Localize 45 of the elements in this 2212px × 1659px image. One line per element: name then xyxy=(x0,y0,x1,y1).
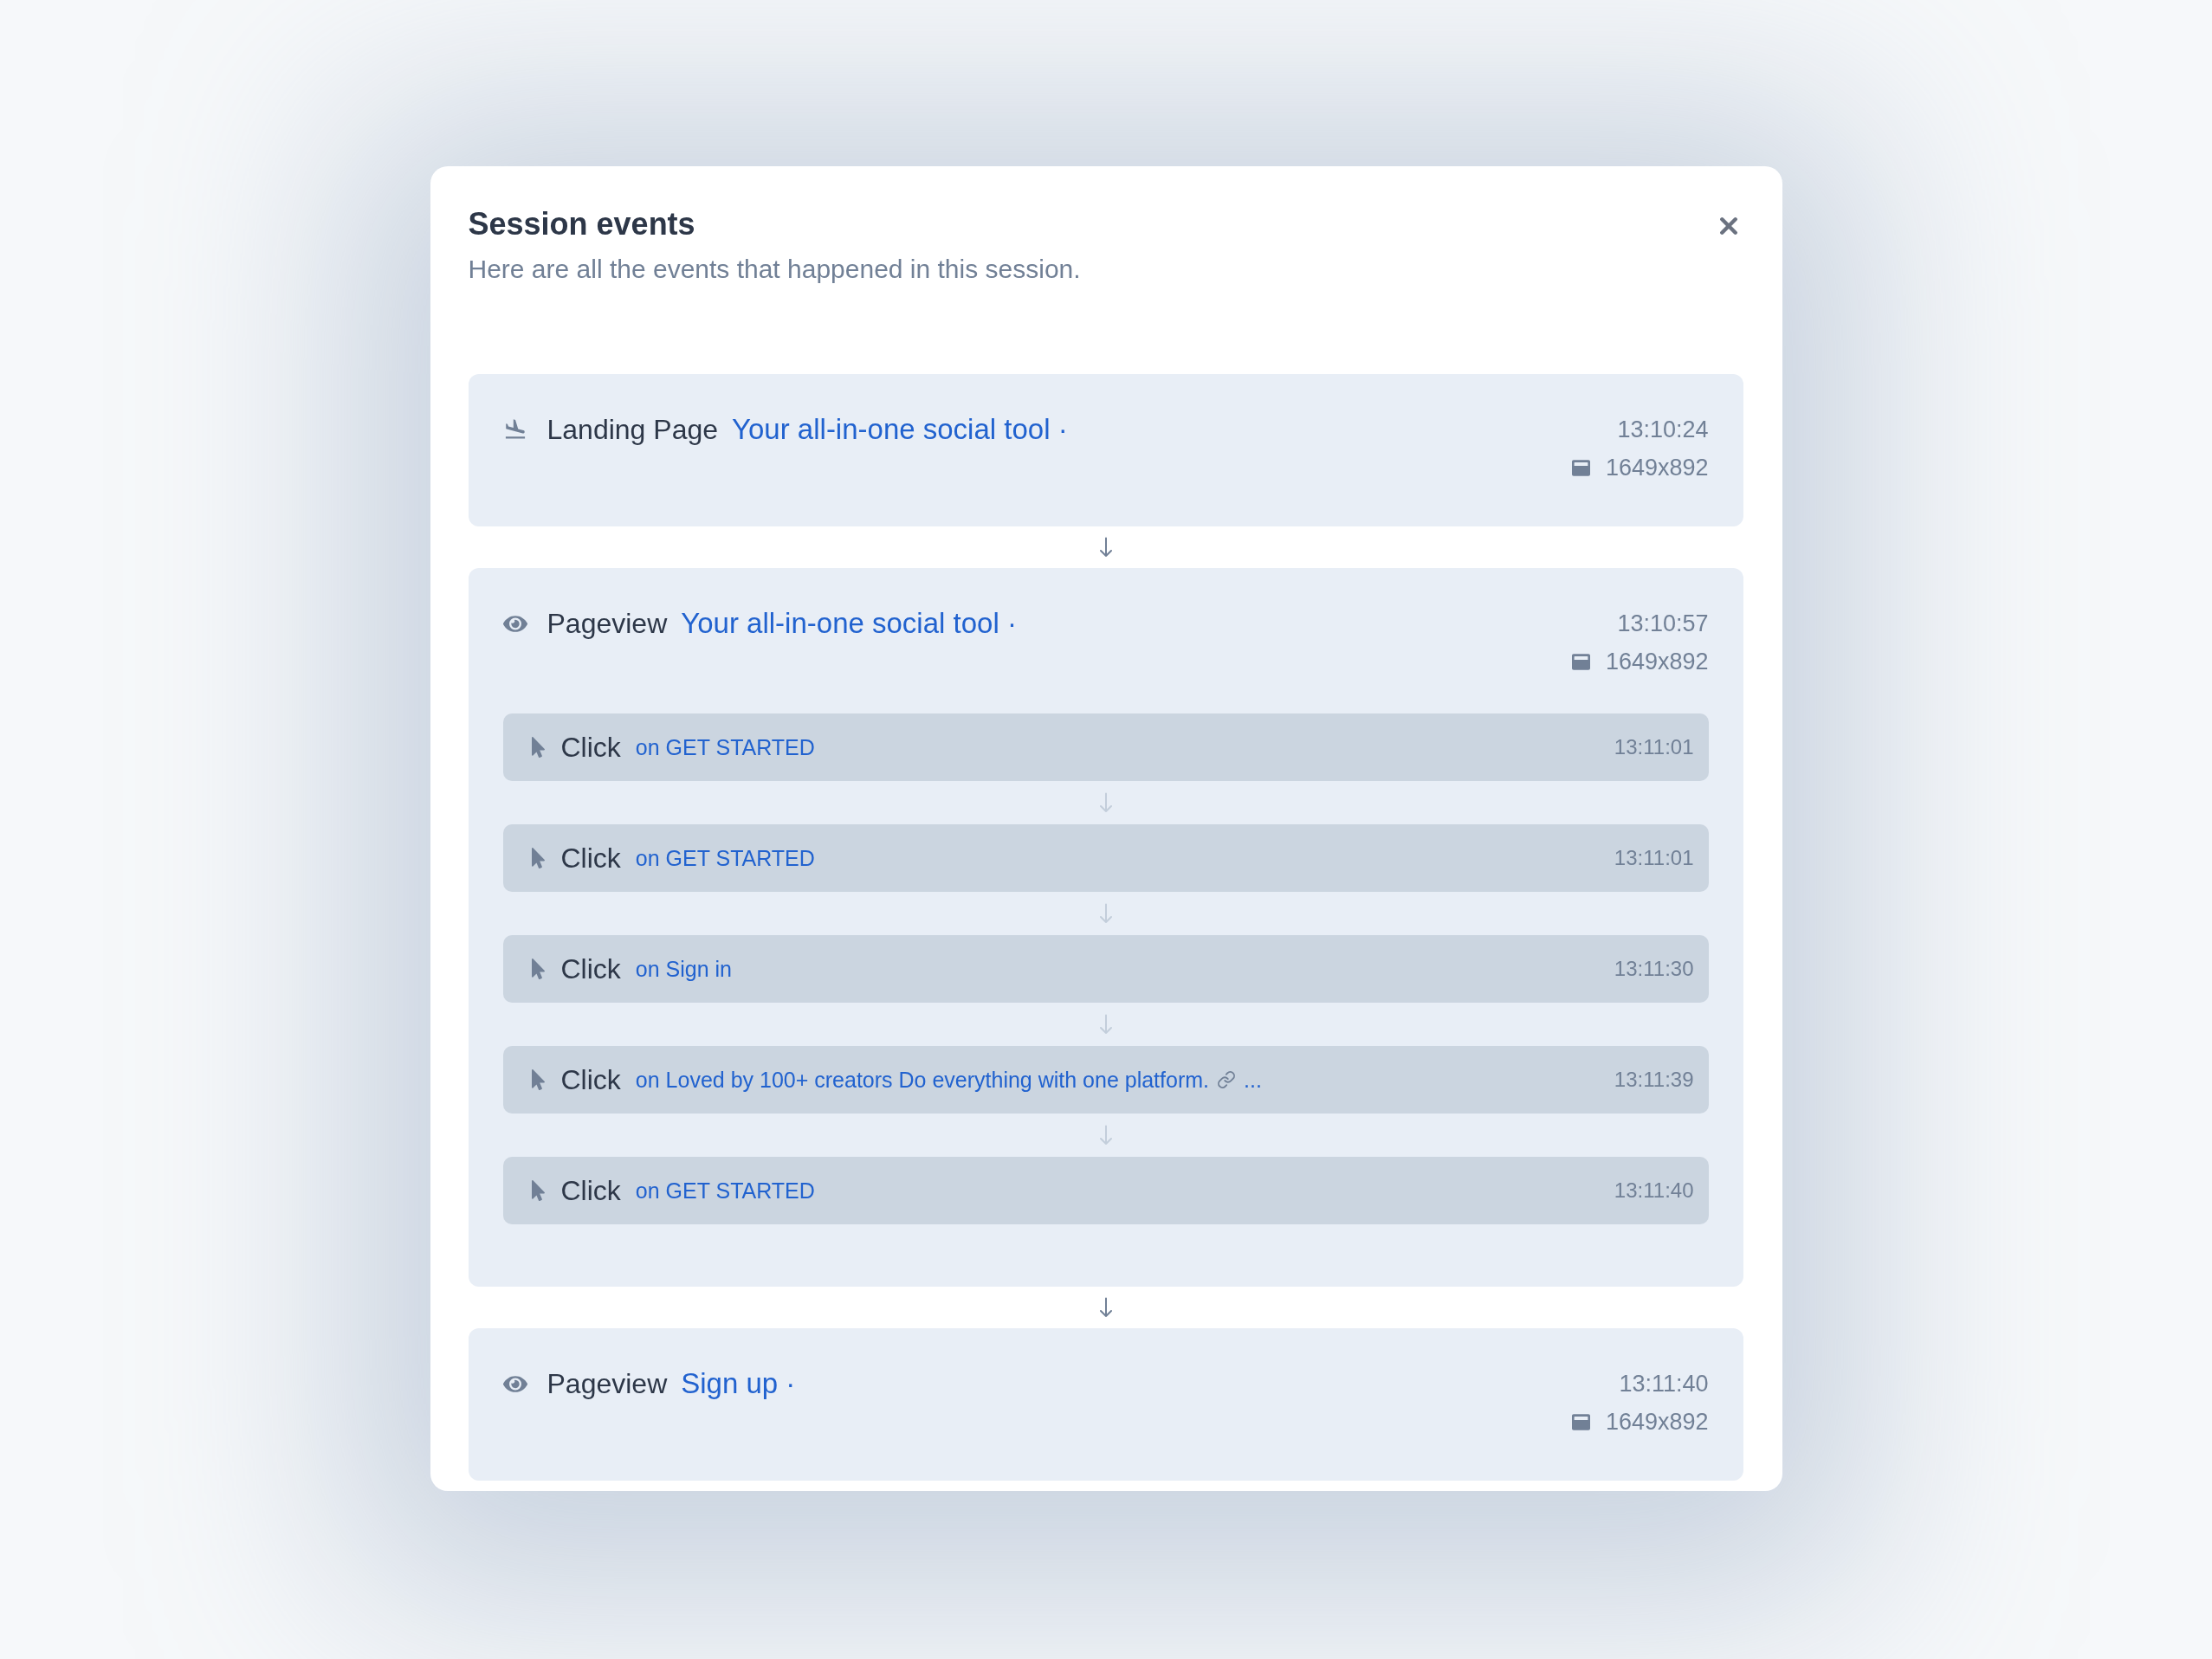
cursor-icon xyxy=(531,848,545,868)
event-type-label: Click xyxy=(560,731,621,765)
close-icon xyxy=(1718,216,1738,236)
cursor-icon xyxy=(531,1180,545,1201)
cursor-icon xyxy=(531,737,545,758)
dialog-subtitle: Here are all the events that happened in this session. xyxy=(468,254,1081,285)
event-time: 13:10:24 xyxy=(1617,416,1709,444)
screen-resolution: 1649x892 xyxy=(1605,454,1709,482)
event-time: 13:11:40 xyxy=(1619,1370,1709,1398)
event-type-label: Pageview xyxy=(547,1367,668,1401)
window-icon xyxy=(1571,1412,1590,1431)
click-target-text: on Loved by 100+ creators Do everything with one platform. xyxy=(635,1067,1209,1094)
event-type-label: Click xyxy=(560,1174,621,1208)
down-arrow-icon xyxy=(1098,903,1113,924)
event-type-label: Pageview xyxy=(547,607,668,641)
event-type-label: Landing Page xyxy=(547,413,718,447)
click-target-text: on GET STARTED xyxy=(635,845,815,872)
cursor-icon xyxy=(531,959,545,979)
cursor-icon xyxy=(531,1069,545,1090)
click-target-text: on GET STARTED xyxy=(635,1178,815,1204)
down-arrow-icon xyxy=(1098,1297,1113,1318)
down-arrow-icon xyxy=(1098,1125,1113,1146)
event-time: 13:11:01 xyxy=(1614,845,1694,871)
click-target-text: on Sign in xyxy=(635,956,733,983)
down-arrow-icon xyxy=(1098,792,1113,813)
screen-resolution: 1649x892 xyxy=(1605,648,1709,676)
event-type-label: Click xyxy=(560,952,621,986)
page-title-link[interactable]: Your all-in-one social tool · xyxy=(732,412,1068,447)
page-title-link[interactable]: Sign up · xyxy=(681,1366,796,1401)
down-arrow-icon xyxy=(1098,1014,1113,1035)
event-time: 13:11:01 xyxy=(1614,734,1694,760)
down-arrow-icon xyxy=(1098,537,1113,558)
event-type-label: Click xyxy=(560,1063,621,1097)
event-time: 13:11:39 xyxy=(1614,1067,1694,1093)
event-time: 13:11:30 xyxy=(1614,956,1694,982)
event-time: 13:11:40 xyxy=(1614,1178,1694,1204)
click-target-text: on GET STARTED xyxy=(635,734,815,761)
event-type-label: Click xyxy=(560,842,621,875)
dialog-title: Session events xyxy=(468,205,696,243)
ellipsis-text: ... xyxy=(1244,1067,1262,1094)
window-icon xyxy=(1571,458,1590,477)
window-icon xyxy=(1571,652,1590,671)
screen-resolution: 1649x892 xyxy=(1605,1408,1709,1436)
event-time: 13:10:57 xyxy=(1617,610,1709,638)
page-title-link[interactable]: Your all-in-one social tool · xyxy=(681,606,1017,641)
